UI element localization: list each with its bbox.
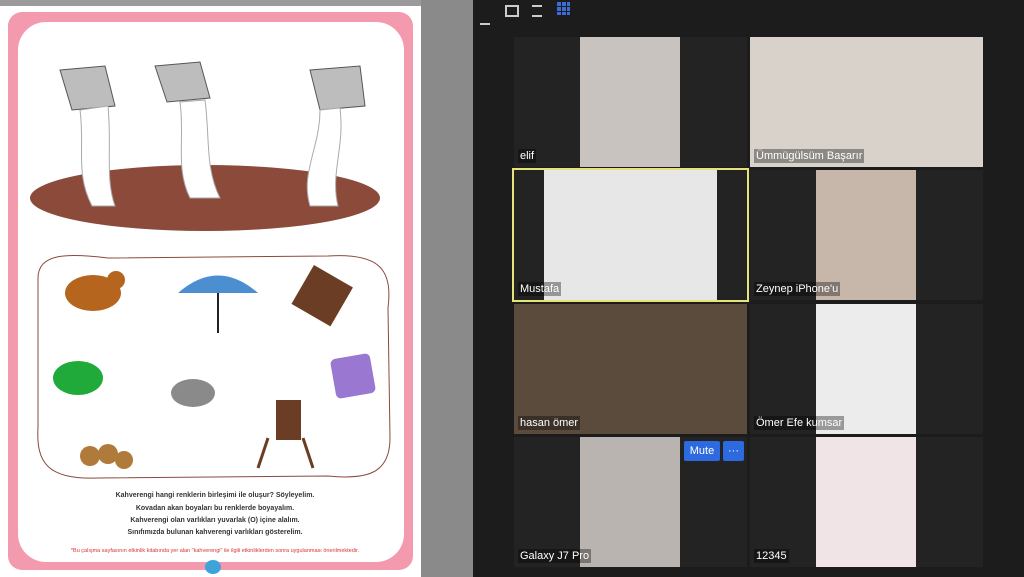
participant-name: Zeynep iPhone'u (754, 282, 841, 296)
participant-tile[interactable]: hasan ömer (514, 304, 747, 434)
window-icon[interactable] (505, 5, 519, 17)
worksheet-pane: Kahverengi hangi renklerin birleşimi ile… (0, 0, 424, 577)
bucket-right-icon (309, 65, 366, 111)
instruction-line-2: Kovadan akan boyaları bu renklerde boyay… (135, 505, 295, 512)
participant-video (816, 437, 916, 567)
cap-icon (53, 361, 103, 395)
instruction-line-4: Sınıfımızda bulunan kahverengi varlıklar… (127, 529, 303, 536)
bucket-left-icon (59, 65, 116, 111)
participant-tile[interactable]: 12345 (750, 437, 983, 567)
participant-video (580, 437, 680, 567)
participant-video (750, 37, 983, 167)
squirrel-icon (65, 271, 125, 311)
grid-view-icon[interactable] (557, 2, 570, 15)
participant-tile[interactable]: Ümmügülsüm Başarır (750, 37, 983, 167)
footer-logo-icon (205, 560, 221, 574)
minimize-icon[interactable] (480, 9, 490, 25)
pigeon-icon (171, 379, 215, 407)
paint-stream-middle (179, 99, 221, 199)
chocolate-icon (291, 264, 353, 327)
purse-icon (330, 353, 376, 399)
participant-video (580, 37, 680, 167)
participant-video (514, 304, 747, 434)
participant-name: Ömer Efe kumsar (754, 416, 845, 430)
umbrella-icon (178, 275, 258, 333)
participant-name: Mustafa (518, 282, 562, 296)
worksheet-note: *Bu çalışma sayfasının etkinlik kitabınd… (70, 548, 360, 554)
participant-tile[interactable]: Zeynep iPhone'u (750, 170, 983, 300)
split-icon[interactable] (532, 5, 542, 17)
participant-tile[interactable]: elif (514, 37, 747, 167)
items-box (37, 254, 391, 479)
walnuts-icon (80, 444, 133, 469)
participant-tile[interactable]: Ömer Efe kumsar (750, 304, 983, 434)
participant-video (544, 170, 717, 300)
participant-name: 12345 (754, 549, 789, 563)
participant-name: hasan ömer (518, 416, 581, 430)
participant-tile-active[interactable]: Mustafa (512, 168, 749, 302)
chair-icon (256, 400, 315, 469)
instruction-line-3: Kahverengi olan varlıkları yuvarlak (O) … (130, 517, 300, 524)
participant-name: elif (518, 149, 537, 163)
participant-video (816, 304, 916, 434)
mute-button[interactable]: Mute (684, 441, 720, 461)
instruction-line-1: Kahverengi hangi renklerin birleşimi ile… (115, 492, 315, 499)
participant-name: Galaxy J7 Pro (518, 549, 592, 563)
participant-name: Ümmügülsüm Başarır (754, 149, 865, 163)
pane-divider[interactable] (421, 0, 473, 577)
more-options-button[interactable]: ··· (723, 441, 744, 461)
paint-buckets-illustration (30, 61, 380, 231)
participant-video (816, 170, 916, 300)
bucket-middle-icon (154, 61, 211, 103)
paint-stream-right (306, 107, 342, 207)
